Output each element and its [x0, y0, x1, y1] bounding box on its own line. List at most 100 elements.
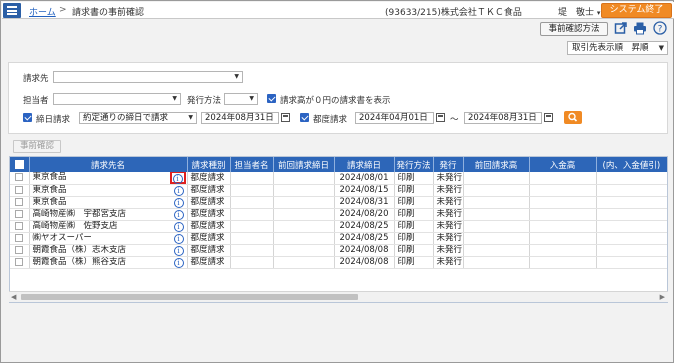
cell-close: 2024/08/20: [334, 208, 395, 221]
column-header[interactable]: 前回請求高: [463, 157, 530, 172]
logout-button[interactable]: システム終了: [601, 3, 672, 18]
cell-person: [230, 256, 274, 269]
customer-name: 高崎物産㈱ 宇都宮支店: [32, 209, 127, 219]
cell-close: 2024/08/31: [334, 196, 395, 209]
closing-date-value: 2024年08月31日: [205, 113, 274, 123]
column-header[interactable]: 請求種別: [187, 157, 231, 172]
info-icon[interactable]: i: [173, 185, 184, 196]
chevron-down-icon: ▼: [188, 114, 193, 121]
cell-prev-close: [273, 196, 335, 209]
table-header-row: 請求先名 請求種別 担当者名 前回請求締日 請求締日 発行方法 発行 前回請求高…: [10, 157, 667, 172]
row-checkbox[interactable]: [10, 196, 30, 209]
scroll-left-icon[interactable]: ◀: [11, 292, 16, 303]
cell-prev-close: [273, 208, 335, 221]
customer-name-cell: i 高崎物産㈱ 佐野支店: [29, 220, 188, 233]
each-date-to-value: 2024年08月31日: [468, 113, 537, 123]
breadcrumb-home-link[interactable]: ホーム: [29, 5, 56, 18]
table-row[interactable]: i 東京食品 都度請求 2024/08/31 印刷 未発行: [10, 196, 667, 209]
top-bar: ホーム > 請求書の事前確認 (93633/215)株式会社ＴＫＣ食品 堤 敬士…: [2, 2, 674, 19]
info-icon[interactable]: i: [169, 172, 186, 184]
cell-person: [230, 172, 274, 185]
each-billing-checkbox[interactable]: [300, 113, 309, 122]
customer-name: 朝霞食品（株）志木支店: [32, 245, 127, 255]
print-icon[interactable]: [633, 21, 647, 35]
column-header[interactable]: 請求締日: [334, 157, 395, 172]
cell-issued: 未発行: [433, 256, 464, 269]
row-checkbox[interactable]: [10, 208, 30, 221]
column-header[interactable]: 発行: [433, 157, 464, 172]
zero-amount-checkbox[interactable]: [267, 94, 276, 103]
table-row[interactable]: i 東京食品 都度請求 2024/08/15 印刷 未発行: [10, 184, 667, 197]
user-menu[interactable]: 堤 敬士 ▾: [558, 5, 600, 18]
billing-to-select[interactable]: ▼: [53, 71, 243, 83]
each-date-from-input[interactable]: 2024年04月01日: [355, 112, 434, 124]
cell-payment: [529, 196, 597, 209]
customer-name-cell: i 東京食品: [29, 172, 188, 185]
cell-issued: 未発行: [433, 172, 464, 185]
row-checkbox[interactable]: [10, 220, 30, 233]
calendar-icon[interactable]: [544, 113, 553, 122]
cell-prev-amount: [463, 220, 530, 233]
calendar-icon[interactable]: [436, 113, 445, 122]
info-icon[interactable]: i: [173, 233, 184, 244]
table-row[interactable]: i 朝霞食品（株）熊谷支店 都度請求 2024/08/08 印刷 未発行: [10, 256, 667, 269]
info-icon[interactable]: i: [173, 245, 184, 256]
cell-payment: [529, 232, 597, 245]
precheck-button[interactable]: 事前確認: [13, 140, 61, 153]
table-row[interactable]: i 高崎物産㈱ 宇都宮支店 都度請求 2024/08/20 印刷 未発行: [10, 208, 667, 221]
row-checkbox[interactable]: [10, 232, 30, 245]
help-icon[interactable]: ?: [653, 21, 667, 35]
table-row[interactable]: i 東京食品 都度請求 2024/08/01 印刷 未発行: [10, 172, 667, 185]
scroll-right-icon[interactable]: ▶: [660, 292, 665, 303]
info-icon[interactable]: i: [173, 221, 184, 232]
closing-date-input[interactable]: 2024年08月31日: [201, 112, 279, 124]
horizontal-scrollbar[interactable]: ◀ ▶: [9, 291, 668, 302]
cell-prev-amount: [463, 172, 530, 185]
column-header[interactable]: 担当者名: [230, 157, 274, 172]
cell-payment: [529, 184, 597, 197]
person-select[interactable]: ▼: [53, 93, 181, 105]
search-button[interactable]: [564, 111, 582, 124]
info-icon[interactable]: i: [173, 257, 184, 268]
issue-method-select[interactable]: ▼: [224, 93, 258, 105]
closing-day-select[interactable]: 約定通りの締日で請求 ▼: [79, 112, 197, 124]
table-row[interactable]: i ㈱ヤオスーパー 都度請求 2024/08/25 印刷 未発行: [10, 232, 667, 245]
customer-name: 高崎物産㈱ 佐野支店: [32, 221, 118, 231]
scrollbar-thumb[interactable]: [21, 294, 358, 300]
row-checkbox[interactable]: [10, 184, 30, 197]
cell-person: [230, 208, 274, 221]
row-checkbox[interactable]: [10, 256, 30, 269]
table-row[interactable]: i 高崎物産㈱ 佐野支店 都度請求 2024/08/25 印刷 未発行: [10, 220, 667, 233]
calendar-icon[interactable]: [281, 113, 290, 122]
filter-panel: 請求先 ▼ 担当者 ▼ 発行方法 ▼ 請求高が０円の請求書を表示 締日請求 約定…: [8, 62, 668, 134]
column-header[interactable]: 発行方法: [394, 157, 434, 172]
column-header[interactable]: 請求先名: [29, 157, 188, 172]
row-checkbox[interactable]: [10, 172, 30, 185]
person-label: 担当者: [23, 96, 49, 106]
customer-name: 朝霞食品（株）熊谷支店: [32, 257, 127, 267]
cell-type: 都度請求: [187, 208, 231, 221]
info-icon[interactable]: i: [173, 197, 184, 208]
chevron-down-icon: ▼: [234, 73, 239, 80]
column-header[interactable]: (内、入金値引): [596, 157, 667, 172]
closing-billing-label: 締日請求: [36, 115, 71, 125]
closing-billing-checkbox[interactable]: [23, 113, 32, 122]
table-row[interactable]: i 朝霞食品（株）志木支店 都度請求 2024/08/08 印刷 未発行: [10, 244, 667, 257]
cell-discount: [596, 172, 667, 185]
cell-prev-close: [273, 184, 335, 197]
info-icon[interactable]: i: [173, 209, 184, 220]
select-all-checkbox[interactable]: [10, 157, 30, 172]
each-date-from-value: 2024年04月01日: [359, 113, 428, 123]
sort-order-select[interactable]: 取引先表示順 昇順 ▼: [567, 41, 668, 55]
cell-prev-close: [273, 220, 335, 233]
export-icon[interactable]: [614, 21, 628, 35]
column-header[interactable]: 前回請求締日: [273, 157, 335, 172]
cell-person: [230, 232, 274, 245]
cell-close: 2024/08/08: [334, 256, 395, 269]
each-date-to-input[interactable]: 2024年08月31日: [464, 112, 542, 124]
cell-type: 都度請求: [187, 232, 231, 245]
hamburger-menu-icon[interactable]: [3, 3, 21, 18]
method-button[interactable]: 事前確認方法: [540, 22, 608, 36]
row-checkbox[interactable]: [10, 244, 30, 257]
column-header[interactable]: 入金高: [529, 157, 597, 172]
